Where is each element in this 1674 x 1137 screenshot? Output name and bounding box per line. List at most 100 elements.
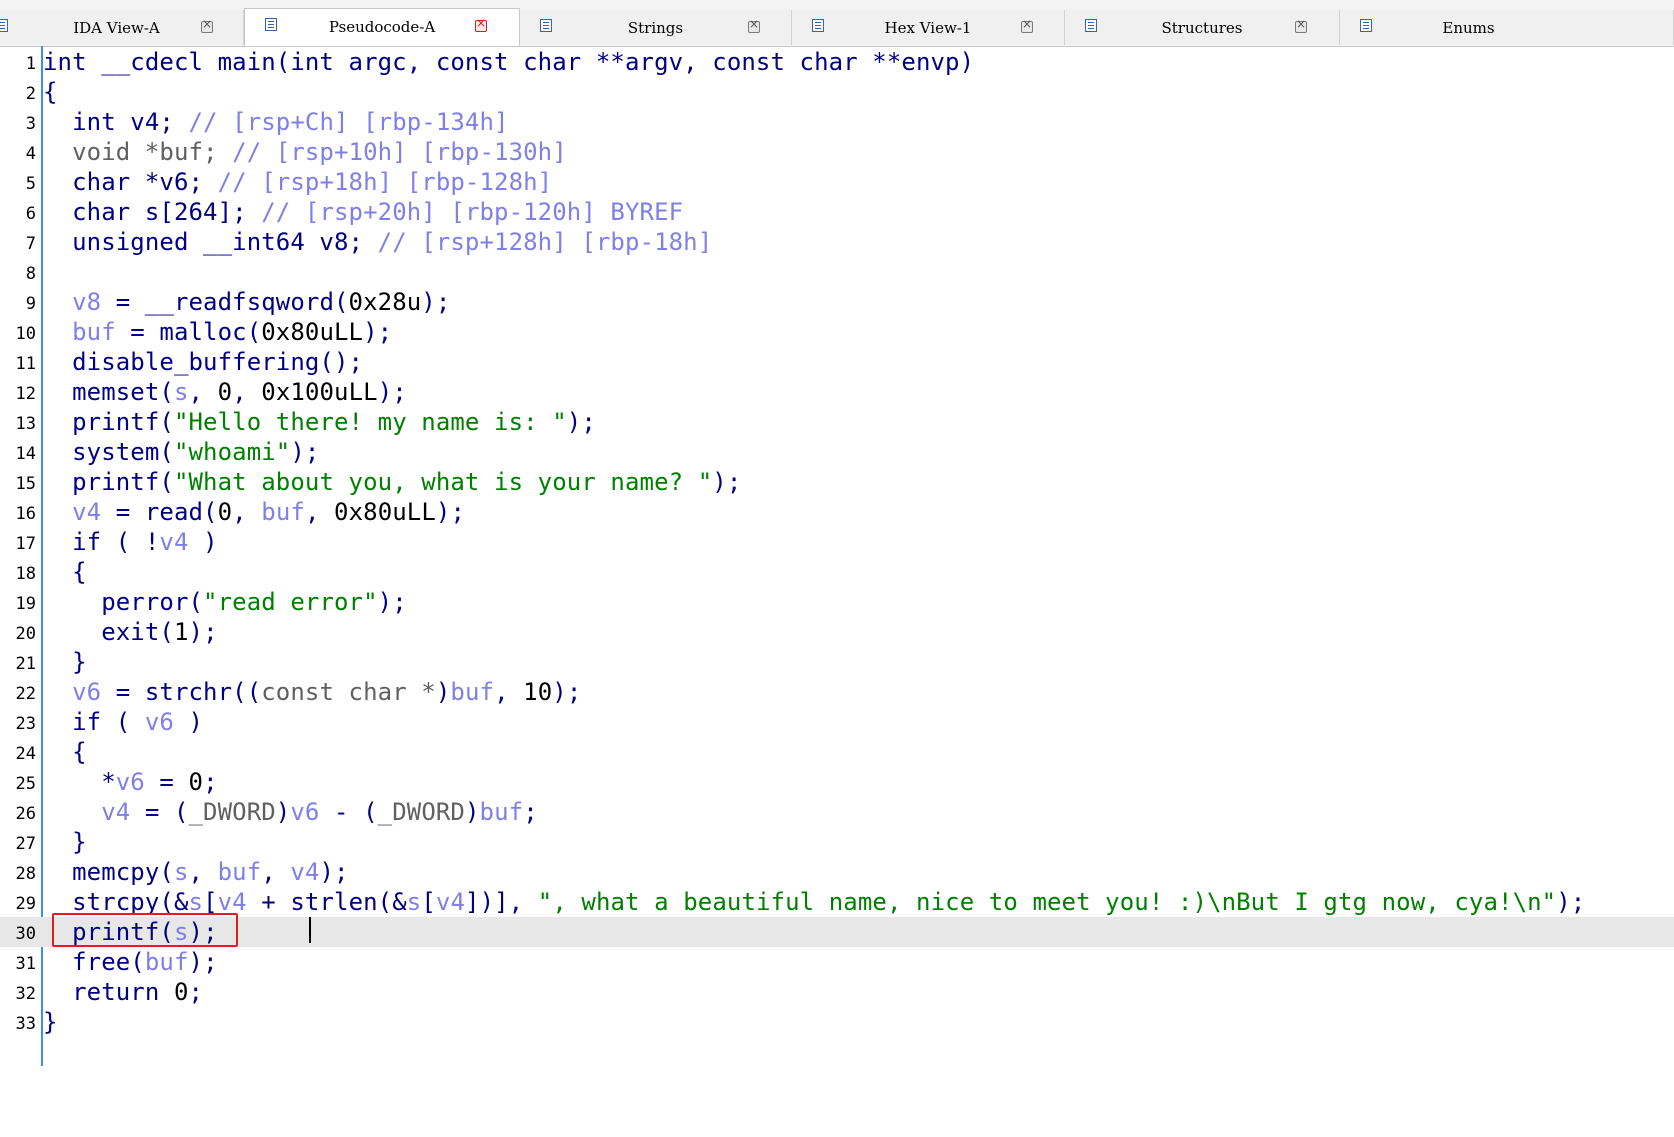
code-line[interactable]: 9 v8 = __readfsqword(0x28u); (0, 287, 1674, 317)
code-text[interactable]: void *buf; // [rsp+10h] [rbp-130h] (43, 137, 567, 167)
code-token: = __readfsqword( (101, 288, 349, 316)
code-line[interactable]: 23 if ( v6 ) (0, 707, 1674, 737)
code-token: // [rsp+128h] [rbp-18h] (377, 228, 713, 256)
code-text[interactable]: int v4; // [rsp+Ch] [rbp-134h] (43, 107, 509, 137)
code-line[interactable]: 31 free(buf); (0, 947, 1674, 977)
code-token: 0 (188, 768, 204, 796)
code-text[interactable]: *v6 = 0; (43, 767, 218, 797)
code-line[interactable]: 30 printf(s); (0, 917, 1674, 947)
code-text[interactable]: strcpy(&s[v4 + strlen(&s[v4])], ", what … (43, 887, 1585, 917)
code-token: ); (566, 408, 596, 436)
code-text[interactable]: } (43, 1007, 58, 1037)
line-number: 25 (15, 774, 36, 794)
tab-structures[interactable]: Structures (1065, 10, 1340, 45)
code-text[interactable]: printf("Hello there! my name is: "); (43, 407, 596, 437)
code-line[interactable]: 5 char *v6; // [rsp+18h] [rbp-128h] (0, 167, 1674, 197)
code-token: { (43, 558, 87, 586)
code-text[interactable]: int __cdecl main(int argc, const char **… (43, 47, 974, 77)
code-line[interactable]: 16 v4 = read(0, buf, 0x80uLL); (0, 497, 1674, 527)
tab-label: Enums (1442, 19, 1495, 37)
code-line[interactable]: 10 buf = malloc(0x80uLL); (0, 317, 1674, 347)
tab-hex-view-1[interactable]: Hex View-1 (792, 10, 1065, 45)
code-token: v4 (290, 858, 320, 886)
code-text[interactable]: buf = malloc(0x80uLL); (43, 317, 392, 347)
code-text[interactable]: perror("read error"); (43, 587, 407, 617)
code-line[interactable]: 14 system("whoami"); (0, 437, 1674, 467)
code-token: ); (188, 948, 218, 976)
code-line[interactable]: 28 memcpy(s, buf, v4); (0, 857, 1674, 887)
code-line[interactable]: 24 { (0, 737, 1674, 767)
code-line[interactable]: 18 { (0, 557, 1674, 587)
code-text[interactable]: disable_buffering(); (43, 347, 363, 377)
close-icon[interactable] (201, 17, 213, 33)
code-token: , (494, 678, 524, 706)
code-text[interactable]: memcpy(s, buf, v4); (43, 857, 349, 887)
code-line[interactable]: 33} (0, 1007, 1674, 1037)
code-text[interactable]: free(buf); (43, 947, 218, 977)
line-number: 28 (15, 864, 36, 884)
code-line[interactable]: 32 return 0; (0, 977, 1674, 1007)
code-text[interactable]: char *v6; // [rsp+18h] [rbp-128h] (43, 167, 552, 197)
code-token: } (43, 1008, 58, 1036)
code-token: ; (203, 768, 218, 796)
code-line[interactable]: 7 unsigned __int64 v8; // [rsp+128h] [rb… (0, 227, 1674, 257)
code-line[interactable]: 3 int v4; // [rsp+Ch] [rbp-134h] (0, 107, 1674, 137)
code-line[interactable]: 29 strcpy(&s[v4 + strlen(&s[v4])], ", wh… (0, 887, 1674, 917)
code-token: ); (319, 858, 349, 886)
code-text[interactable]: v4 = read(0, buf, 0x80uLL); (43, 497, 465, 527)
code-line[interactable]: 11 disable_buffering(); (0, 347, 1674, 377)
close-icon[interactable] (1295, 17, 1307, 33)
code-text[interactable]: unsigned __int64 v8; // [rsp+128h] [rbp-… (43, 227, 712, 257)
code-text[interactable]: char s[264]; // [rsp+20h] [rbp-120h] BYR… (43, 197, 683, 227)
code-token: 0x80uLL (261, 318, 364, 346)
code-line[interactable]: 2{ (0, 77, 1674, 107)
code-token: ); (188, 618, 218, 646)
code-text[interactable]: system("whoami"); (43, 437, 319, 467)
code-text[interactable]: memset(s, 0, 0x100uLL); (43, 377, 407, 407)
code-line[interactable]: 6 char s[264]; // [rsp+20h] [rbp-120h] B… (0, 197, 1674, 227)
code-line[interactable]: 19 perror("read error"); (0, 587, 1674, 617)
code-text[interactable]: v6 = strchr((const char *)buf, 10); (43, 677, 581, 707)
code-line[interactable]: 15 printf("What about you, what is your … (0, 467, 1674, 497)
code-line[interactable]: 22 v6 = strchr((const char *)buf, 10); (0, 677, 1674, 707)
code-line[interactable]: 17 if ( !v4 ) (0, 527, 1674, 557)
code-text[interactable]: { (43, 557, 87, 587)
tab-pseudocode-a[interactable]: Pseudocode-A (244, 8, 520, 46)
code-line[interactable]: 12 memset(s, 0, 0x100uLL); (0, 377, 1674, 407)
code-text[interactable]: if ( v6 ) (43, 707, 203, 737)
code-token: 0 (217, 378, 233, 406)
code-line[interactable]: 27 } (0, 827, 1674, 857)
code-text[interactable]: } (43, 827, 87, 857)
tab-strings[interactable]: Strings (520, 10, 792, 45)
code-text[interactable]: { (43, 77, 58, 107)
code-token: // [rsp+Ch] [rbp-134h] (188, 108, 509, 136)
code-line[interactable]: 13 printf("Hello there! my name is: "); (0, 407, 1674, 437)
code-text[interactable]: printf("What about you, what is your nam… (43, 467, 741, 497)
code-text[interactable]: if ( !v4 ) (43, 527, 218, 557)
code-text[interactable]: v4 = (_DWORD)v6 - (_DWORD)buf; (43, 797, 538, 827)
pseudocode-editor[interactable]: 1 int __cdecl main(int argc, const char *… (0, 46, 1674, 1137)
code-line[interactable]: 26 v4 = (_DWORD)v6 - (_DWORD)buf; (0, 797, 1674, 827)
code-line[interactable]: 20 exit(1); (0, 617, 1674, 647)
tab-enums[interactable]: Enums (1340, 10, 1674, 45)
close-icon[interactable] (748, 17, 760, 33)
code-line[interactable]: 21 } (0, 647, 1674, 677)
code-text[interactable]: { (43, 737, 87, 767)
code-text[interactable]: exit(1); (43, 617, 218, 647)
code-text[interactable]: } (43, 647, 87, 677)
code-line[interactable]: 25 *v6 = 0; (0, 767, 1674, 797)
code-line[interactable]: 8 (0, 257, 1674, 287)
code-text[interactable]: return 0; (43, 977, 203, 1007)
close-icon[interactable] (1021, 17, 1033, 33)
code-token: memcpy( (43, 858, 174, 886)
code-token: buf (217, 858, 262, 886)
line-number: 10 (15, 324, 36, 344)
code-token: 0 (173, 978, 189, 1006)
code-text[interactable]: v8 = __readfsqword(0x28u); (43, 287, 450, 317)
code-line[interactable]: 4 void *buf; // [rsp+10h] [rbp-130h] (0, 137, 1674, 167)
close-icon[interactable] (475, 16, 487, 32)
code-line[interactable]: 1 int __cdecl main(int argc, const char *… (0, 47, 1674, 77)
code-token: // [rsp+10h] [rbp-130h] (232, 138, 567, 166)
tab-ida-view-a[interactable]: IDA View-A (0, 10, 244, 45)
highlight-box (52, 913, 238, 947)
